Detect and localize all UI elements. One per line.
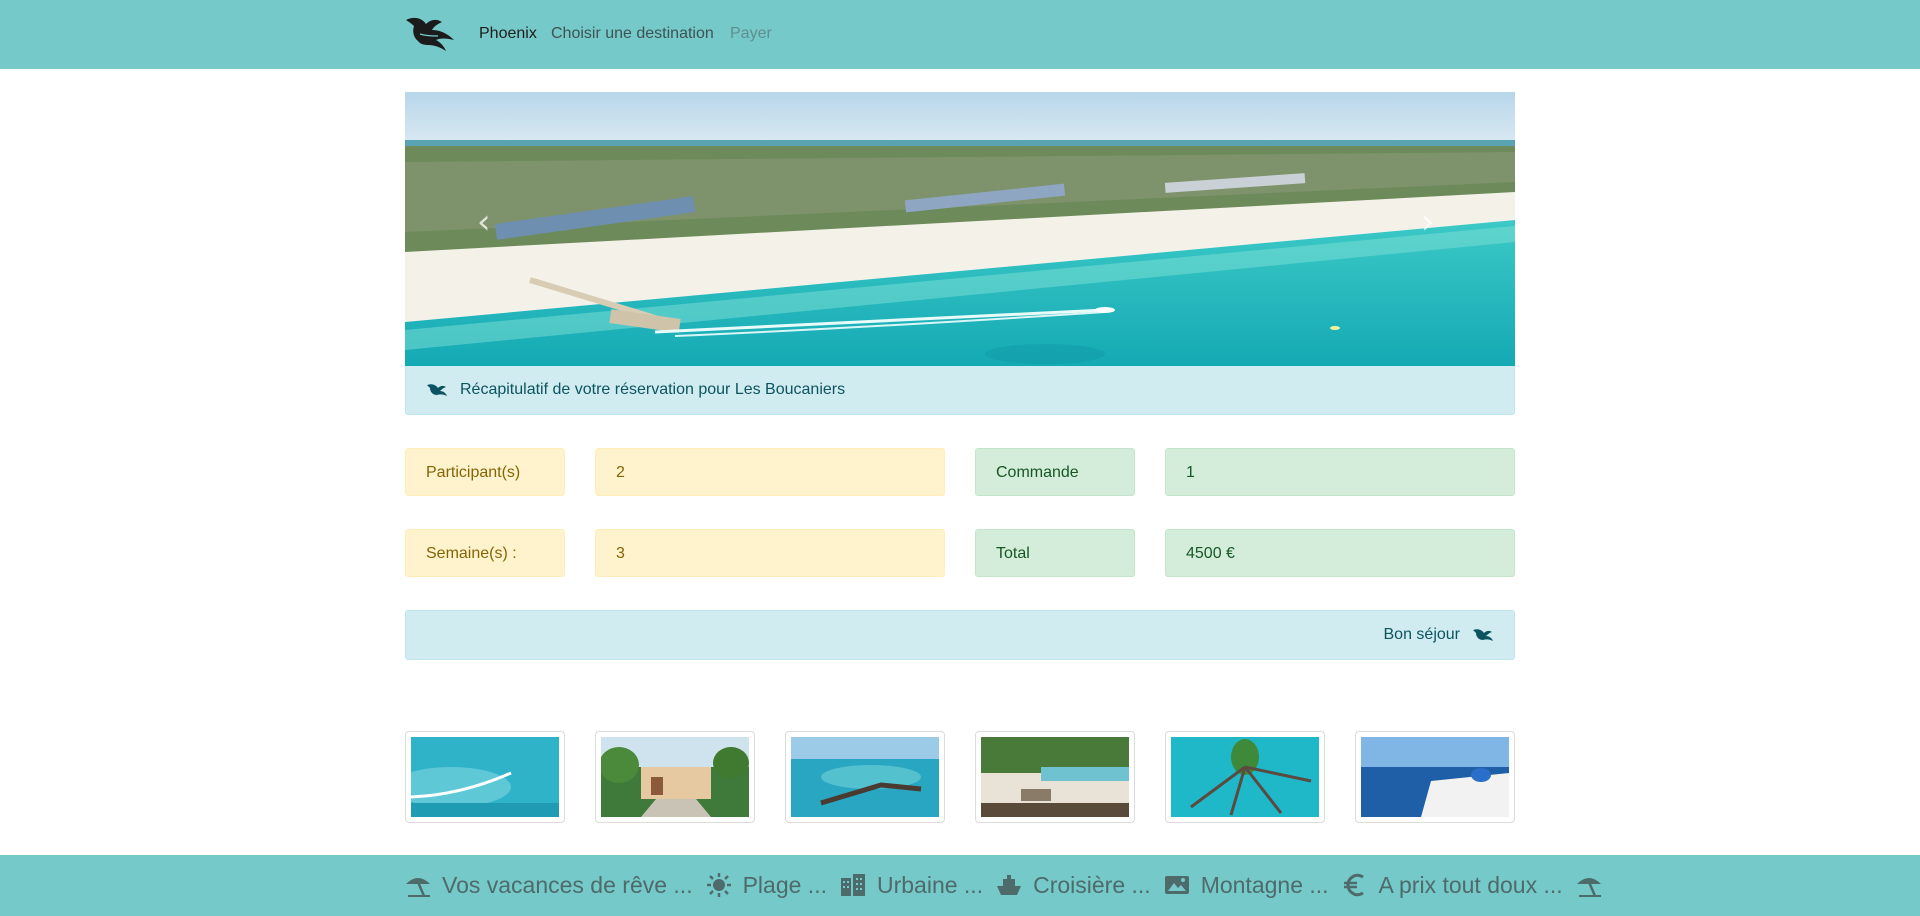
- footer-link-dream-holidays[interactable]: Vos vacances de rêve ...: [442, 872, 693, 899]
- footer-categories: Vos vacances de rêve ... Plage ... Urbai…: [404, 869, 1613, 901]
- hero-beach-image: [405, 92, 1515, 366]
- nav-pay-link[interactable]: Payer: [730, 25, 772, 43]
- participants-value: 2: [595, 448, 945, 496]
- gallery-thumb-garden-villa[interactable]: [595, 731, 755, 823]
- nav-brand-link[interactable]: Phoenix: [479, 25, 537, 43]
- gallery-thumb-overwater-villas[interactable]: [785, 731, 945, 823]
- hero-carousel: ‹ ›: [405, 92, 1515, 366]
- reservation-summary-title: Récapitulatif de votre réservation pour …: [460, 381, 846, 398]
- footer-link-low-price[interactable]: A prix tout doux ...: [1379, 872, 1563, 899]
- weeks-value: 3: [595, 529, 945, 577]
- carousel-prev-icon[interactable]: ‹: [477, 202, 491, 242]
- footer-link-beach[interactable]: Plage ...: [743, 872, 827, 899]
- image-icon: [1164, 876, 1189, 894]
- euro-icon: [1343, 873, 1364, 897]
- weeks-label: Semaine(s) :: [405, 529, 565, 577]
- phoenix-bird-icon: [1473, 629, 1493, 641]
- order-label: Commande: [975, 448, 1135, 496]
- beach-umbrella-icon: [1576, 878, 1601, 897]
- footer-bar: Vos vacances de rêve ... Plage ... Urbai…: [0, 855, 1920, 916]
- carousel-next-icon[interactable]: ›: [1421, 202, 1435, 242]
- farewell-banner: Bon séjour: [405, 610, 1515, 660]
- footer-link-mountain[interactable]: Montagne ...: [1201, 872, 1329, 899]
- gallery-thumb-beach-lounge[interactable]: [975, 731, 1135, 823]
- sun-icon: [706, 873, 731, 897]
- total-label: Total: [975, 529, 1135, 577]
- gallery-thumb-lagoon-pier[interactable]: [405, 731, 565, 823]
- top-navbar: Phoenix Choisir une destination Payer: [0, 0, 1920, 69]
- gallery-thumb-santorini[interactable]: [1355, 731, 1515, 823]
- footer-link-urban[interactable]: Urbaine ...: [877, 872, 983, 899]
- beach-umbrella-icon: [406, 878, 430, 897]
- phoenix-bird-icon: [427, 384, 447, 396]
- phoenix-logo-icon[interactable]: [404, 14, 456, 52]
- farewell-text: Bon séjour: [1383, 626, 1461, 643]
- participants-label: Participant(s): [405, 448, 565, 496]
- order-value: 1: [1165, 448, 1515, 496]
- footer-link-cruise[interactable]: Croisière ...: [1033, 872, 1151, 899]
- gallery-thumb-island-resort[interactable]: [1165, 731, 1325, 823]
- reservation-summary-banner: Récapitulatif de votre réservation pour …: [405, 366, 1515, 415]
- ship-icon: [997, 875, 1022, 895]
- city-icon: [840, 874, 865, 896]
- nav-choose-destination-link[interactable]: Choisir une destination: [551, 25, 714, 43]
- total-value: 4500 €: [1165, 529, 1515, 577]
